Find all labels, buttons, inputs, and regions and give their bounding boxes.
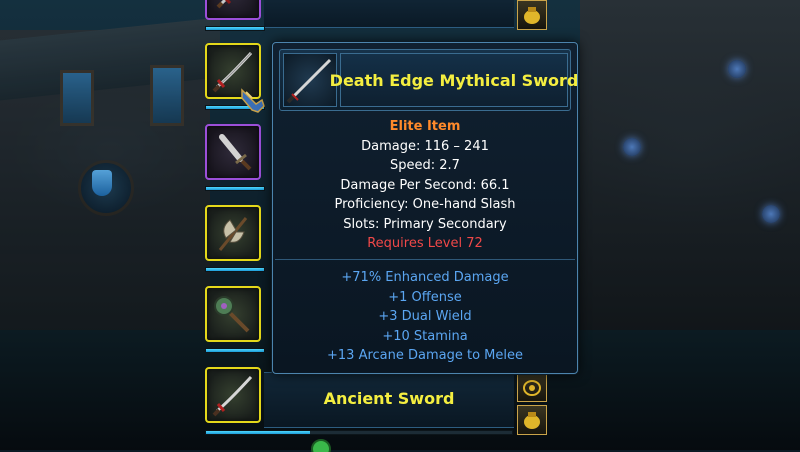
stat-proficiency: Proficiency: One-hand Slash [334,197,516,212]
gauntlet-cursor-icon [241,88,265,113]
tooltip-title-box: Death Edge Mythical Sword [330,53,578,107]
stat-slots: Slots: Primary Secondary [343,216,507,232]
sword-icon [286,58,332,104]
inventory-row[interactable] [264,0,514,28]
side-action-button[interactable] [517,0,547,30]
tavern-window [60,70,94,126]
mace-icon [214,296,250,333]
stat-dps: Damage Per Second: 66.1 [340,177,510,193]
gold-pouch-icon [524,412,540,429]
durability-bar-fill [206,431,311,434]
stat-damage: Damage: 116 – 241 [361,138,489,154]
modifier-line: +71% Enhanced Damage [341,270,509,285]
sack-icon [523,380,541,396]
item-tooltip: Death Edge Mythical Sword Elite Item Dam… [272,42,578,374]
durability-bar [205,267,265,272]
modifier-line: +10 Stamina [382,328,468,344]
level-requirement: Requires Level 72 [367,236,483,251]
town-tower [580,0,800,330]
tavern-window [150,65,184,126]
tooltip-divider [275,259,575,260]
durability-bar-fill [206,268,264,271]
item-rarity: Elite Item [389,119,461,134]
tooltip-item-name: Death Edge Mythical Sword [329,70,579,90]
double-axe-icon [218,217,248,251]
modifier-line: +1 Offense [388,289,462,305]
item-name: Ancient Sword [323,389,455,408]
lantern-icon [623,138,641,156]
tavern-building [0,17,220,330]
tooltip-stats: Elite Item Damage: 116 – 241 Speed: 2.7 … [273,117,577,254]
tooltip-modifiers: +71% Enhanced Damage +1 Offense +3 Dual … [273,268,577,366]
dagger-icon [219,134,252,171]
stat-speed: Speed: 2.7 [390,158,460,173]
gold-pouch-icon [524,7,540,24]
item-slot[interactable] [205,0,261,20]
item-slot[interactable] [205,205,261,261]
durability-bar [205,26,265,31]
lantern-icon [728,60,746,78]
flask-icon [92,170,112,196]
side-action-button[interactable] [517,372,547,402]
item-slot[interactable] [205,286,261,342]
durability-bar-fill [206,27,264,30]
modifier-line: +13 Arcane Damage to Melee [327,348,523,363]
durability-bar-fill [206,349,264,352]
sword-icon [212,375,253,417]
item-slot[interactable] [205,367,261,423]
durability-bar-fill [206,187,264,190]
sword-icon [216,0,232,9]
inventory-row[interactable]: Ancient Sword [264,372,514,428]
tavern-roof [0,17,220,103]
item-slot[interactable] [205,124,261,180]
side-action-button[interactable] [517,405,547,435]
tooltip-header: Death Edge Mythical Sword [279,49,578,111]
modifier-line: +3 Dual Wield [378,309,472,324]
durability-bar [205,186,265,191]
durability-bar [205,430,513,435]
lantern-icon [762,205,780,223]
durability-bar [205,348,265,353]
